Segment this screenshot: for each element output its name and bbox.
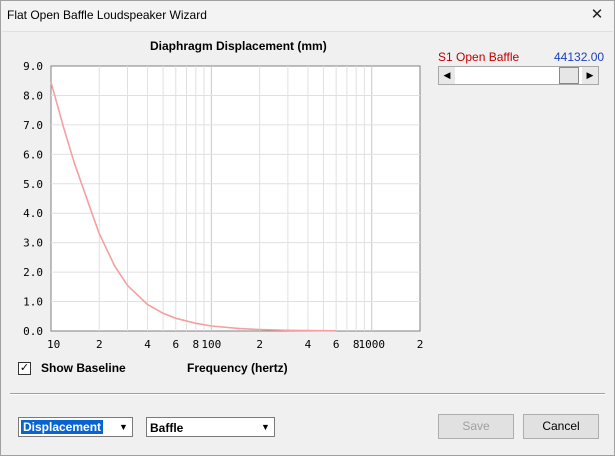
x-tick-label: 2 [417,338,424,351]
chevron-down-icon[interactable]: ▼ [116,419,131,435]
y-tick-label: 6.0 [23,148,43,161]
x-tick-label: 2 [256,338,263,351]
y-tick-label: 0.0 [23,325,43,338]
x-tick-label: 4 [144,338,151,351]
y-tick-label: 2.0 [23,266,43,279]
slider-value-label: 44132.00 [554,50,605,64]
mode-select-value: Displacement [19,419,105,435]
y-tick-label: 7.0 [23,119,43,132]
y-tick-label: 3.0 [23,237,43,250]
x-tick-label: 1000 [358,338,385,351]
x-tick-label: 4 [305,338,312,351]
x-tick-label: 2 [96,338,103,351]
x-tick-label: 8 [193,338,200,351]
y-tick-label: 1.0 [23,296,43,309]
x-tick-label: 10 [47,338,60,351]
y-tick-label: 5.0 [23,178,43,191]
y-tick-label: 4.0 [23,207,43,220]
x-tick-label: 6 [333,338,340,351]
y-tick-label: 9.0 [23,60,43,73]
x-axis-label: Frequency (hertz) [187,361,288,375]
x-tick-label: 6 [172,338,179,351]
show-baseline-label[interactable]: Show Baseline [41,361,126,375]
cancel-button[interactable]: Cancel [523,414,599,439]
save-button[interactable]: Save [438,414,514,439]
slider-name-label: S1 Open Baffle [438,50,520,64]
scroll-right-icon[interactable]: ▶ [582,67,598,84]
scroll-left-icon[interactable]: ◀ [439,67,455,84]
chevron-down-icon[interactable]: ▼ [258,419,273,435]
mode-select[interactable]: Displacement ▼ [18,417,133,437]
type-select[interactable]: Baffle ▼ [146,417,275,437]
x-tick-label: 100 [201,338,221,351]
y-tick-label: 8.0 [23,89,43,102]
show-baseline-checkbox[interactable]: ✓ [18,362,31,375]
separator-line [10,393,605,395]
scroll-thumb[interactable] [558,67,579,84]
type-select-value: Baffle [150,421,184,435]
